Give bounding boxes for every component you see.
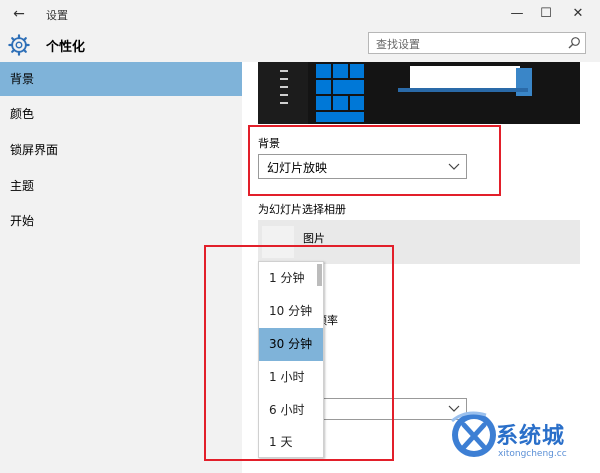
search-icon[interactable] <box>567 36 581 50</box>
close-button[interactable]: ✕ <box>563 2 593 26</box>
sidebar-item-label: 主题 <box>10 179 35 193</box>
gear-icon <box>8 34 30 56</box>
page-title: 个性化 <box>46 40 86 55</box>
search-field[interactable]: 查找设置 <box>368 32 586 54</box>
sidebar-item-colors[interactable]: 颜色 <box>0 97 242 131</box>
chevron-down-icon <box>448 163 460 170</box>
sidebar-item-background[interactable]: 背景 <box>0 62 242 96</box>
minimize-button[interactable]: — <box>502 2 532 26</box>
desktop-preview <box>258 62 580 124</box>
sidebar-item-themes[interactable]: 主题 <box>0 169 242 203</box>
sidebar-item-lock-screen[interactable]: 锁屏界面 <box>0 133 242 167</box>
search-input[interactable]: 查找设置 <box>376 36 420 52</box>
watermark-brand: 系统城 <box>496 424 566 449</box>
back-button[interactable]: ← <box>8 5 30 23</box>
background-type-value: 幻灯片放映 <box>267 161 328 175</box>
album-label: 为幻灯片选择相册 <box>258 203 346 216</box>
sidebar-item-label: 背景 <box>10 72 35 86</box>
sidebar-item-start[interactable]: 开始 <box>0 204 242 238</box>
highlight-box-interval <box>204 245 394 461</box>
album-name: 图片 <box>303 232 325 245</box>
sidebar-item-label: 开始 <box>10 214 35 228</box>
sidebar-item-label: 颜色 <box>10 107 35 121</box>
maximize-button[interactable]: ☐ <box>531 2 561 26</box>
watermark-logo <box>451 411 496 457</box>
background-label: 背景 <box>258 137 280 150</box>
window-title: 设置 <box>46 9 68 22</box>
sidebar-item-label: 锁屏界面 <box>10 143 59 157</box>
background-type-select[interactable]: 幻灯片放映 <box>258 154 467 179</box>
watermark-url: xitongcheng.cc <box>498 449 567 459</box>
